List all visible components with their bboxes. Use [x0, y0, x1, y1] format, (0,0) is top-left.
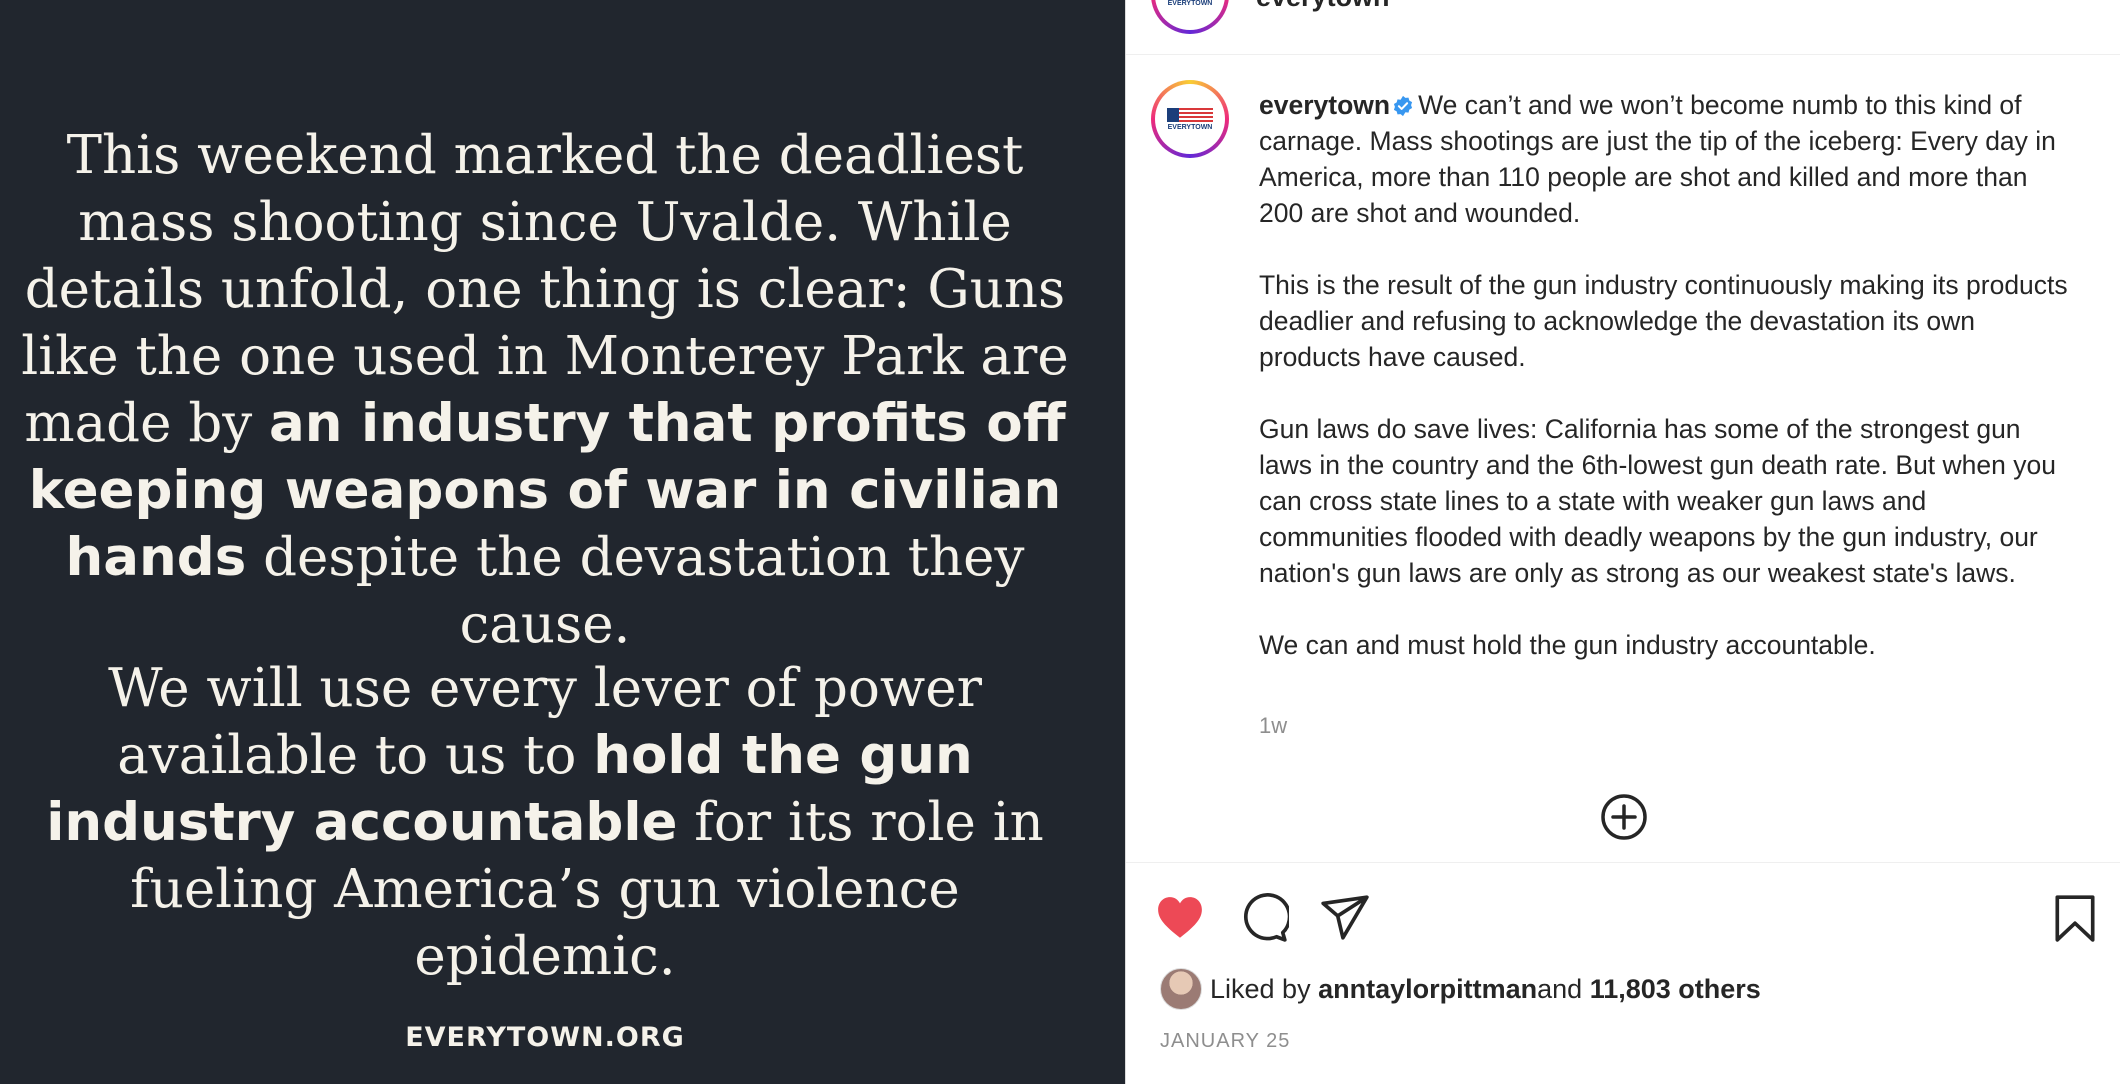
image-footer-url: EVERYTOWN.ORG — [405, 1022, 685, 1053]
post-sidebar: EVERYTOWN everytown EVERYTOWN everytownW… — [1125, 0, 2120, 1084]
everytown-logo: EVERYTOWN — [1155, 84, 1225, 154]
likes-prefix: Liked by — [1210, 973, 1311, 1004]
header-username[interactable]: everytown — [1256, 0, 1390, 13]
caption-paragraph: everytown We can’t and we won’t become nu… — [1259, 87, 2069, 231]
post-timestamp[interactable]: 1w — [1259, 713, 1287, 739]
image-paragraph-2: We will use every lever of power availab… — [0, 655, 1090, 990]
likes-summary: Liked by anntaylorpittman and 11,803 oth… — [1160, 968, 1761, 1010]
likes-count[interactable]: 11,803 others — [1590, 974, 1761, 1005]
everytown-logo: EVERYTOWN — [1155, 0, 1225, 30]
profile-avatar[interactable]: EVERYTOWN — [1151, 0, 1229, 34]
logo-text: EVERYTOWN — [1167, 0, 1213, 7]
verified-badge-icon — [1394, 95, 1413, 117]
logo-text: EVERYTOWN — [1167, 123, 1213, 131]
heart-icon[interactable] — [1155, 893, 1205, 943]
post-image[interactable]: This weekend marked the deadliest mass s… — [0, 0, 1125, 1084]
caption-paragraph: We can and must hold the gun industry ac… — [1259, 630, 1876, 660]
liker-username[interactable]: anntaylorpittman — [1318, 974, 1537, 1005]
bookmark-icon[interactable] — [2050, 893, 2100, 943]
post-header: EVERYTOWN everytown — [1126, 0, 2120, 55]
flag-icon — [1167, 107, 1213, 122]
caption-paragraph: This is the result of the gun industry c… — [1259, 270, 2068, 372]
share-icon[interactable] — [1320, 893, 1370, 943]
caption-avatar[interactable]: EVERYTOWN — [1151, 80, 1229, 158]
caption-paragraph: Gun laws do save lives: California has s… — [1259, 414, 2056, 588]
post-caption: everytown We can’t and we won’t become nu… — [1259, 87, 2069, 699]
comment-icon[interactable] — [1239, 893, 1289, 943]
post-actions: Liked by anntaylorpittman and 11,803 oth… — [1126, 862, 2120, 1085]
image-paragraph-1: This weekend marked the deadliest mass s… — [0, 122, 1090, 658]
image-text: despite the devastation they cause. — [246, 527, 1025, 655]
plus-circle-icon[interactable] — [1600, 793, 1648, 841]
post-date: JANUARY 25 — [1160, 1030, 1291, 1052]
likes-middle: and — [1537, 973, 1583, 1004]
liker-avatar[interactable] — [1160, 968, 1202, 1010]
caption-username[interactable]: everytown — [1259, 90, 1390, 120]
